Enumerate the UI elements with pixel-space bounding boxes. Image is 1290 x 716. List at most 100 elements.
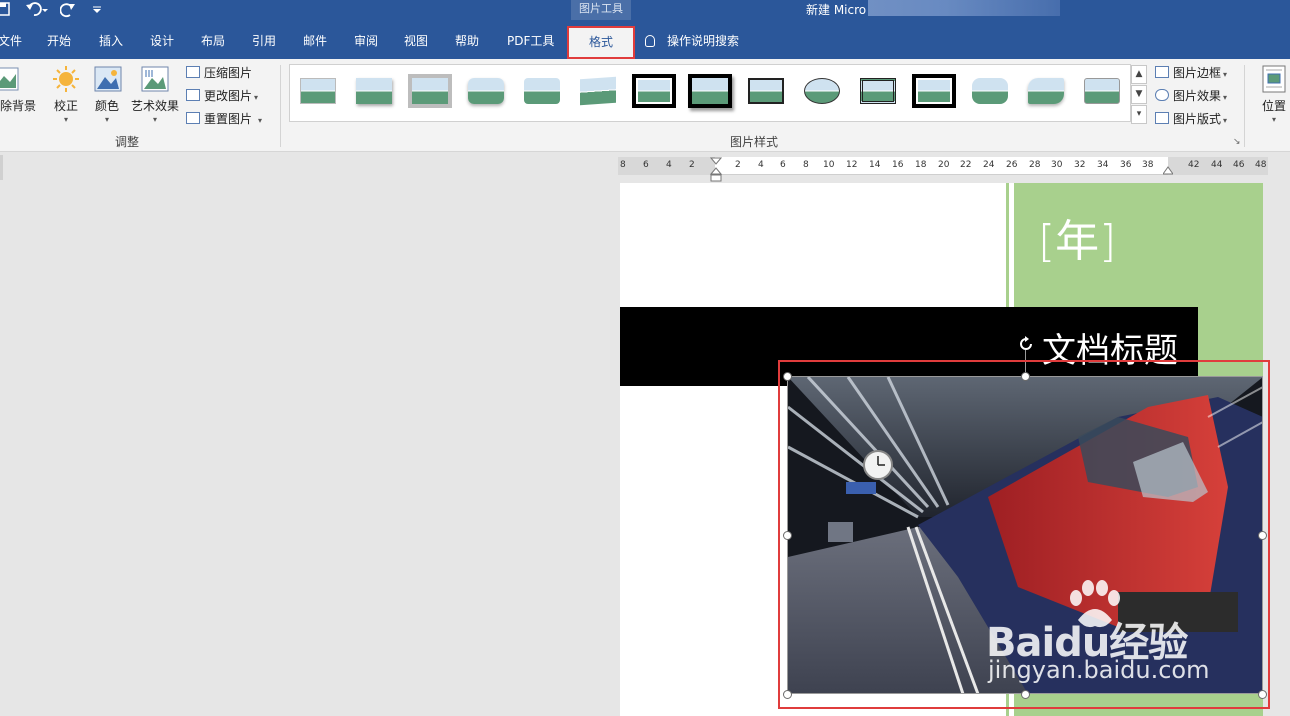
ruler-tick: 32 [1074, 160, 1086, 170]
picture-style-thumbnail[interactable] [296, 74, 340, 108]
color-icon [94, 65, 122, 92]
nav-edge [0, 155, 3, 180]
tell-me-label: 操作说明搜索 [667, 34, 740, 48]
dialog-launcher-icon[interactable]: ↘ [1233, 137, 1241, 147]
ruler-tick: 22 [960, 160, 972, 170]
picture-style-thumbnail[interactable] [688, 74, 732, 108]
ruler-tick: 10 [823, 160, 835, 170]
gallery-more[interactable]: ▾ [1131, 105, 1147, 124]
ruler-tick: 24 [983, 160, 995, 170]
picture-style-thumbnail[interactable] [352, 74, 396, 108]
ruler-tick: 48 [1255, 160, 1267, 170]
ruler-tick: 16 [892, 160, 904, 170]
tab-file[interactable]: 文件 [0, 24, 22, 59]
tab-layout[interactable]: 布局 [201, 24, 225, 59]
tab-references[interactable]: 引用 [252, 24, 276, 59]
picture-style-thumbnail[interactable] [576, 74, 620, 108]
chevron-down-icon: ▾ [64, 115, 69, 124]
ruler-tick: 46 [1233, 160, 1245, 170]
tab-insert[interactable]: 插入 [99, 24, 123, 59]
ruler-tick: 2 [735, 160, 741, 170]
right-indent-marker[interactable] [1163, 166, 1173, 175]
ruler-tick: 4 [758, 160, 764, 170]
picture-effects-icon [1155, 89, 1169, 101]
picture-layout-button[interactable]: 图片版式 ▾ [1173, 110, 1227, 127]
picture-style-thumbnail[interactable] [744, 74, 788, 108]
tab-review[interactable]: 审阅 [354, 24, 378, 59]
picture-style-thumbnail[interactable] [464, 74, 508, 108]
gallery-scroll-down[interactable]: ▼ [1131, 85, 1147, 104]
reset-picture-icon [186, 112, 200, 124]
tab-pdf-tools[interactable]: PDF工具 [507, 24, 554, 59]
ruler-tick: 14 [869, 160, 881, 170]
change-picture-button[interactable]: 更改图片 ▾ [204, 87, 258, 104]
picture-style-thumbnail[interactable] [1024, 74, 1068, 108]
picture-layout-icon [1155, 112, 1169, 124]
rotate-handle-icon[interactable] [1018, 336, 1034, 352]
chevron-down-icon: ▾ [153, 115, 158, 124]
adjust-group-label: 调整 [115, 135, 140, 149]
picture-styles-gallery [289, 64, 1131, 122]
redo-icon[interactable] [59, 2, 76, 22]
remove-background-button[interactable]: 除背景 [0, 97, 36, 114]
tell-me-search[interactable]: 操作说明搜索 [645, 24, 739, 59]
picture-style-thumbnail[interactable] [856, 74, 900, 108]
group-divider [1244, 65, 1245, 147]
ruler-tick: 12 [846, 160, 858, 170]
ruler-tick: 36 [1120, 160, 1132, 170]
title-bar: 图片工具 新建 Micro [0, 0, 1290, 24]
picture-style-thumbnail[interactable] [912, 74, 956, 108]
ruler-tick: 30 [1051, 160, 1063, 170]
compress-pictures-icon [186, 66, 200, 78]
document-title: 新建 Micro [806, 3, 867, 17]
gallery-scroll-up[interactable]: ▲ [1131, 65, 1147, 84]
tab-format[interactable]: 格式 [569, 28, 633, 57]
indent-marker[interactable] [710, 157, 722, 184]
picture-style-thumbnail[interactable] [520, 74, 564, 108]
tab-help[interactable]: 帮助 [455, 24, 479, 59]
tab-mailings[interactable]: 邮件 [303, 24, 327, 59]
remove-background-icon [0, 66, 22, 92]
ribbon: 除背景 校正 ▾ 颜色 ▾ 艺术效果 ▾ 压缩图片 更改图片 ▾ 重置图片 ▾ 调整… [0, 59, 1290, 152]
tab-design[interactable]: 设计 [150, 24, 174, 59]
artistic-effects-icon [141, 65, 169, 92]
picture-style-thumbnail[interactable] [408, 74, 452, 108]
picture-style-thumbnail[interactable] [968, 74, 1012, 108]
chevron-down-icon: ▾ [105, 115, 110, 124]
change-picture-icon [186, 89, 200, 101]
picture-style-thumbnail[interactable] [632, 74, 676, 108]
picture-styles-group-label: 图片样式 [730, 135, 779, 149]
ruler-tick: 28 [1029, 160, 1041, 170]
picture-border-icon [1155, 66, 1169, 78]
redacted-title-area [868, 0, 1060, 16]
lightbulb-icon [645, 35, 655, 47]
highlight-box [778, 360, 1270, 709]
ruler-tick: 6 [780, 160, 786, 170]
position-icon [1262, 65, 1290, 93]
horizontal-ruler: 8 6 4 2 2 4 6 8 10 12 14 16 18 20 22 24 … [618, 157, 1268, 182]
ruler-tick: 42 [1188, 160, 1200, 170]
picture-style-thumbnail[interactable] [800, 74, 844, 108]
picture-style-thumbnail[interactable] [1080, 74, 1124, 108]
ruler-tick: 44 [1211, 160, 1223, 170]
ruler-tick: 18 [915, 160, 927, 170]
picture-effects-button[interactable]: 图片效果 ▾ [1173, 87, 1227, 104]
undo-icon[interactable] [26, 2, 48, 22]
ruler-tick: 34 [1097, 160, 1109, 170]
ruler-tick: 8 [620, 160, 626, 170]
ruler-tick: 6 [643, 160, 649, 170]
reset-picture-button[interactable]: 重置图片 ▾ [204, 110, 262, 127]
ruler-tick: 26 [1006, 160, 1018, 170]
tab-home[interactable]: 开始 [47, 24, 71, 59]
tab-view[interactable]: 视图 [404, 24, 428, 59]
ruler-tick: 38 [1142, 160, 1154, 170]
corrections-sun-icon [52, 65, 80, 92]
picture-border-button[interactable]: 图片边框 ▾ [1173, 64, 1227, 81]
ruler-tick: 4 [666, 160, 672, 170]
chevron-down-icon: ▾ [1272, 115, 1277, 124]
year-placeholder[interactable]: [年] [1038, 205, 1116, 269]
save-icon[interactable] [0, 2, 10, 20]
ruler-tick: 2 [689, 160, 695, 170]
compress-pictures-button[interactable]: 压缩图片 [204, 64, 252, 81]
customize-icon[interactable] [92, 2, 102, 20]
